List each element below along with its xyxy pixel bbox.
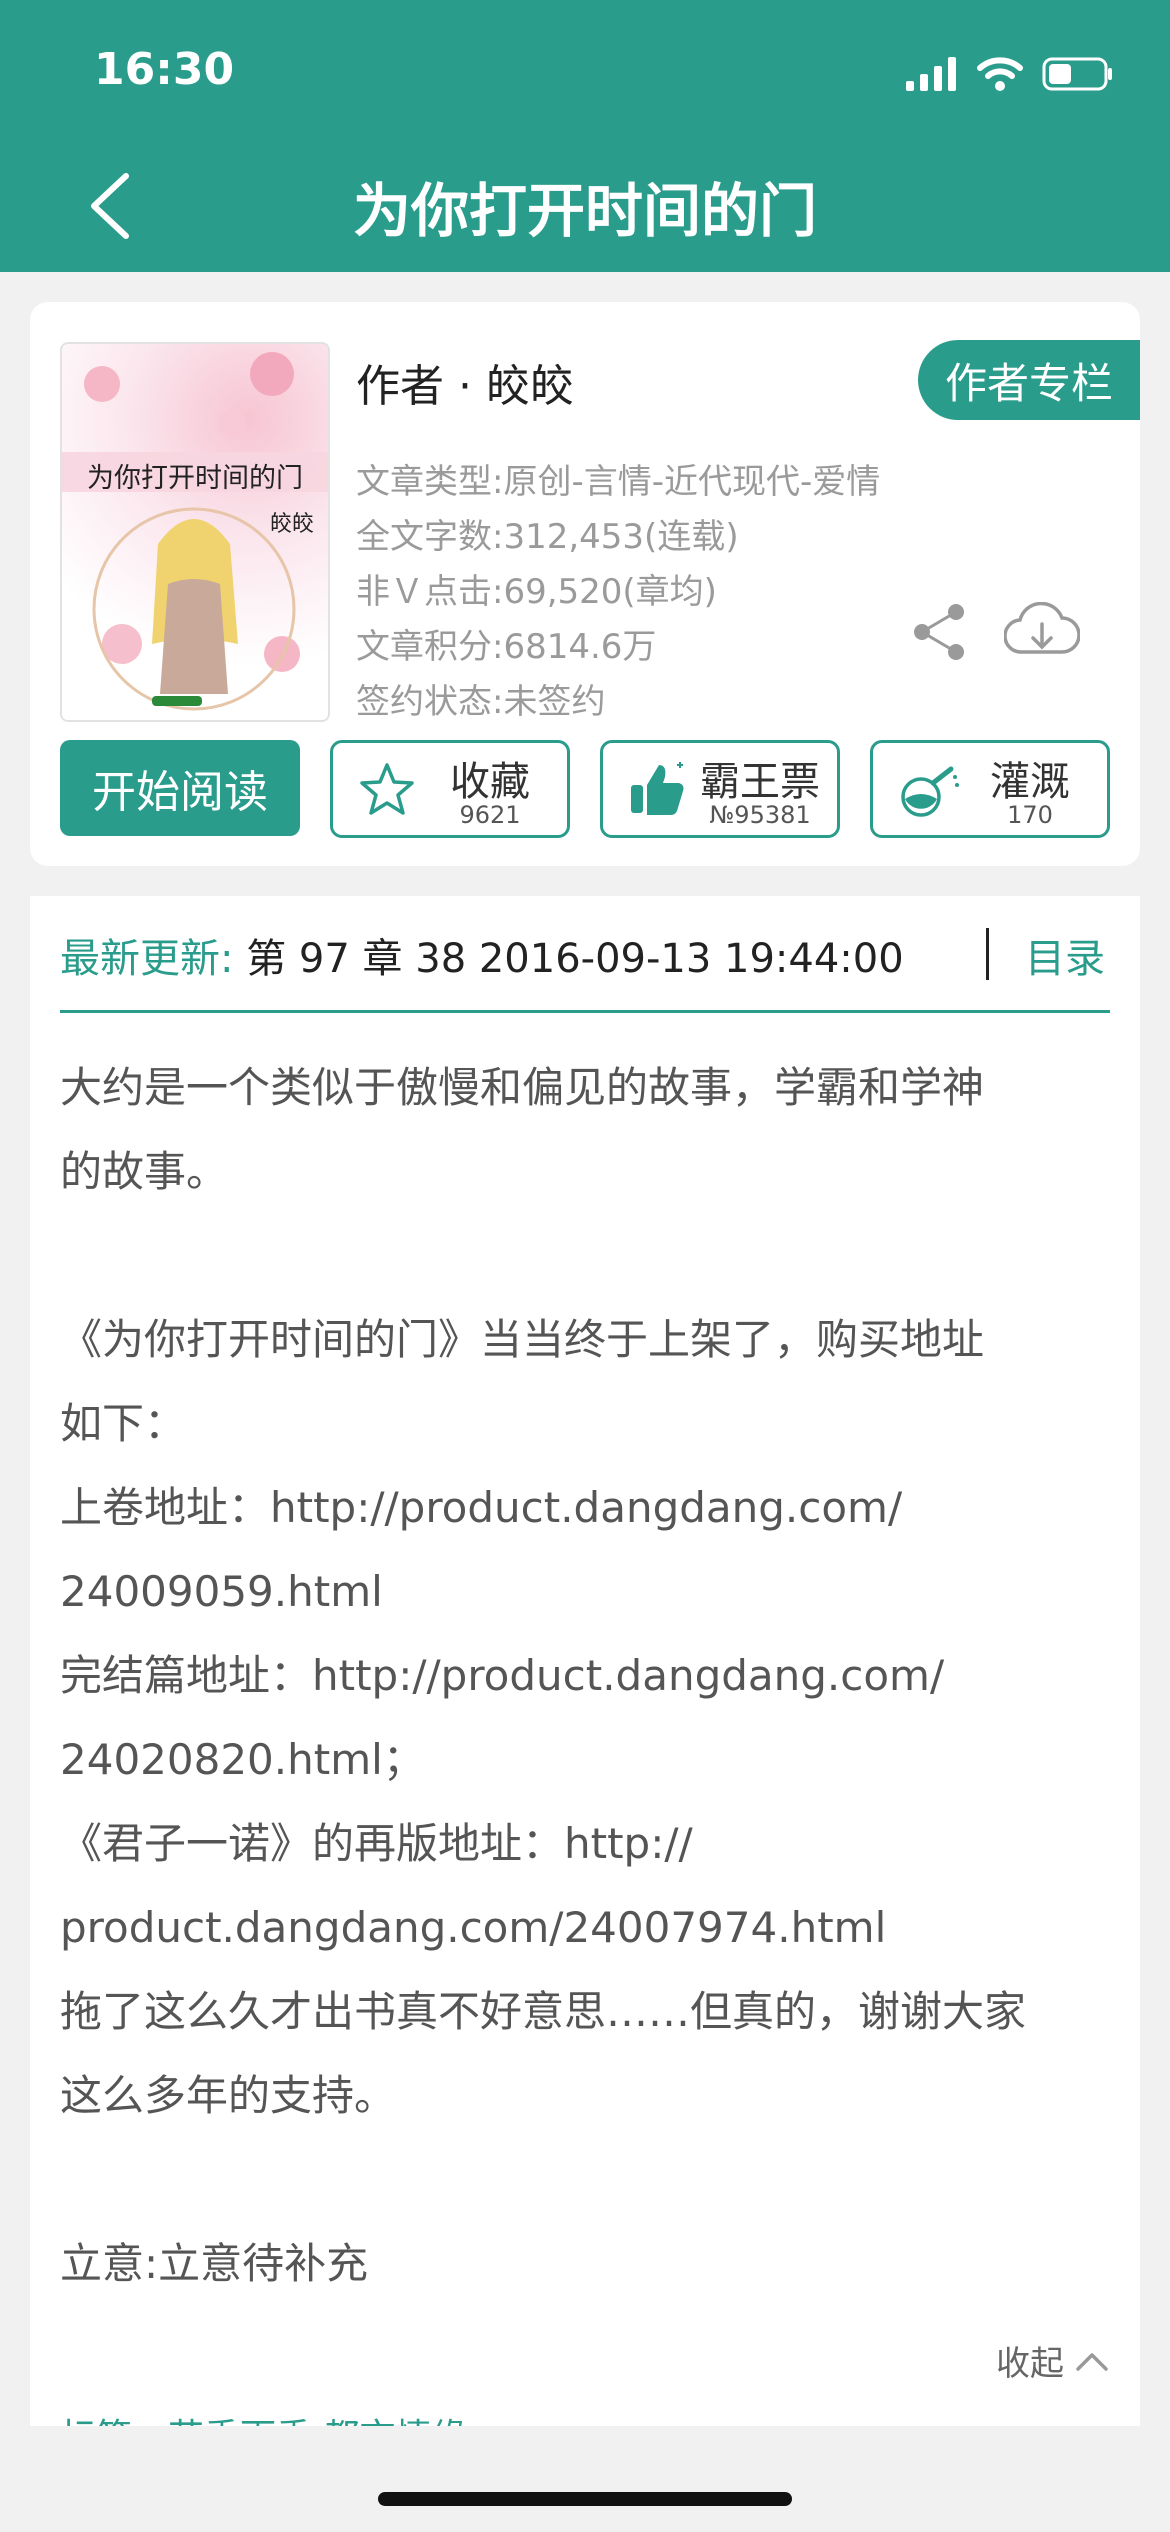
- latest-update-text: 第 97 章 38 2016-09-13 19:44:00: [233, 936, 904, 982]
- ticket-count: №95381: [709, 801, 811, 829]
- tags-row[interactable]: 标签：花季雨季 都市情缘: [60, 2408, 467, 2426]
- latest-update-label: 最新更新:: [60, 936, 234, 982]
- book-cover[interactable]: 为你打开时间的门 皎皎: [60, 342, 330, 722]
- meta-word-count: 全文字数:312,453(连载): [356, 517, 739, 557]
- home-indicator[interactable]: [378, 2492, 792, 2506]
- author-column-button[interactable]: 作者专栏: [918, 340, 1140, 420]
- author-name[interactable]: 作者 · 皎皎: [356, 350, 574, 414]
- ticket-button[interactable]: 霸王票 №95381: [600, 740, 840, 838]
- book-intro: 大约是一个类似于傲慢和偏见的故事，学霸和学神 的故事。 《为你打开时间的门》当当…: [60, 1046, 1120, 2306]
- intro-line: 《君子一诺》的再版地址：http://: [60, 1819, 693, 1868]
- intro-line: 完结篇地址：http://product.dangdang.com/: [60, 1651, 945, 1700]
- battery-icon: [1042, 57, 1112, 91]
- water-count: 170: [1007, 801, 1053, 829]
- intro-line: 如下：: [60, 1399, 187, 1448]
- toc-link[interactable]: 目录: [1025, 926, 1105, 984]
- cover-author: 皎皎: [269, 512, 314, 537]
- meta-score: 文章积分:6814.6万: [356, 627, 657, 667]
- collapse-label: 收起: [996, 2344, 1064, 2384]
- divider: [986, 928, 989, 980]
- intro-line: 24020820.html；: [60, 1735, 425, 1784]
- share-icon[interactable]: [910, 602, 970, 662]
- intro-line: 《为你打开时间的门》当当终于上架了，购买地址: [60, 1315, 985, 1364]
- intro-line: 24009059.html: [60, 1567, 383, 1616]
- meta-sign-status: 签约状态:未签约: [356, 682, 606, 722]
- wifi-icon: [977, 57, 1023, 91]
- meta-clicks: 非Ｖ点击:69,520(章均): [356, 572, 717, 612]
- water-button[interactable]: 灌溉 170: [870, 740, 1110, 838]
- meta-type: 文章类型:原创-言情-近代现代-爱情: [356, 462, 881, 502]
- intro-line: product.dangdang.com/24007974.html: [60, 1903, 887, 1952]
- divider-line: [60, 1010, 1110, 1013]
- thumbs-up-icon: [631, 762, 684, 815]
- intro-line: [60, 2138, 1120, 2222]
- cover-title: 为你打开时间的门: [87, 463, 303, 494]
- ticket-label: 霸王票: [700, 759, 820, 805]
- intro-line: 这么多年的支持。: [60, 2071, 397, 2120]
- intro-line: 上卷地址：http://product.dangdang.com/: [60, 1483, 903, 1532]
- page-title: 为你打开时间的门: [352, 177, 817, 245]
- start-reading-button[interactable]: 开始阅读: [60, 740, 300, 836]
- signal-icon: [906, 57, 956, 91]
- intro-card: 最新更新: 第 97 章 38 2016-09-13 19:44:00 目录 大…: [30, 896, 1140, 2426]
- intro-line: 的故事。: [60, 1147, 229, 1196]
- top-bar: 16:30 为你打开时间的门: [0, 0, 1170, 272]
- status-time: 16:30: [94, 44, 235, 95]
- chevron-up-icon: [1076, 2352, 1108, 2371]
- collect-count: 9621: [459, 801, 521, 829]
- collect-button[interactable]: 收藏 9621: [330, 740, 570, 838]
- collect-label: 收藏: [450, 759, 530, 805]
- watering-flask-icon: [901, 766, 959, 817]
- star-icon: [360, 763, 414, 815]
- book-info-card: 为你打开时间的门 皎皎 作者 · 皎皎 作者专栏 文章类型:原创-言情-近代现代…: [30, 302, 1140, 866]
- intro-line: 拖了这么久才出书真不好意思……但真的，谢谢大家: [60, 1987, 1027, 2036]
- intro-line: 立意:立意待补充: [60, 2239, 369, 2288]
- download-icon[interactable]: [1004, 602, 1080, 662]
- intro-line: 大约是一个类似于傲慢和偏见的故事，学霸和学神: [60, 1063, 985, 1112]
- collapse-button[interactable]: 收起: [996, 2336, 1110, 2385]
- latest-update[interactable]: 最新更新: 第 97 章 38 2016-09-13 19:44:00: [60, 926, 1110, 992]
- status-icons: [906, 52, 1114, 96]
- intro-line: [60, 1214, 1120, 1298]
- water-label: 灌溉: [990, 759, 1070, 805]
